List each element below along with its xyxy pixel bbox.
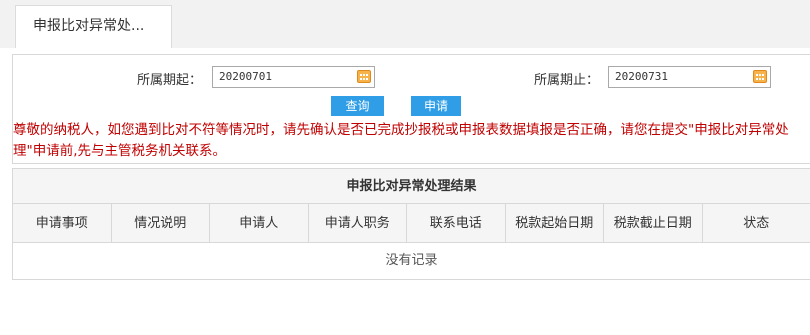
period-start-value: 20200701: [219, 70, 272, 83]
tab-declaration-anomaly[interactable]: 申报比对异常处...: [15, 5, 172, 49]
results-title: 申报比对异常处理结果: [13, 169, 810, 204]
column-header: 申请人: [210, 204, 309, 242]
results-table: 申报比对异常处理结果 申请事项 情况说明 申请人 申请人职务 联系电话 税款起始…: [12, 168, 810, 280]
column-header: 申请人职务: [309, 204, 407, 242]
column-header: 情况说明: [112, 204, 210, 242]
calendar-icon[interactable]: [357, 70, 371, 83]
period-end-label: 所属期止：: [534, 73, 600, 88]
tab-title: 申报比对异常处...: [33, 18, 145, 34]
period-start-label: 所属期起：: [137, 73, 203, 88]
apply-button[interactable]: 申请: [411, 96, 461, 116]
notice-text: 尊敬的纳税人，如您遇到比对不符等情况时，请先确认是否已完成抄报税或申报表数据填报…: [13, 122, 789, 159]
period-end-input[interactable]: 20200731: [608, 66, 771, 88]
table-header-row: 申请事项 情况说明 申请人 申请人职务 联系电话 税款起始日期 税款截止日期 状…: [13, 204, 810, 243]
tab-bar: 申报比对异常处...: [0, 0, 810, 49]
main-panel: 所属期起： 20200701 所属期止： 20200731 查询 申请 尊敬的纳…: [0, 48, 810, 335]
query-button[interactable]: 查询: [331, 96, 384, 116]
column-header: 税款起始日期: [506, 204, 604, 242]
column-header: 税款截止日期: [604, 204, 703, 242]
query-form: 所属期起： 20200701 所属期止： 20200731 查询 申请 尊敬的纳…: [12, 54, 810, 164]
calendar-icon[interactable]: [753, 70, 767, 83]
column-header: 状态: [743, 216, 770, 231]
period-end-value: 20200731: [615, 70, 668, 83]
empty-records-text: 没有记录: [385, 253, 438, 268]
period-start-input[interactable]: 20200701: [212, 66, 375, 88]
column-header: 联系电话: [407, 204, 506, 242]
column-header: 申请事项: [13, 204, 112, 242]
